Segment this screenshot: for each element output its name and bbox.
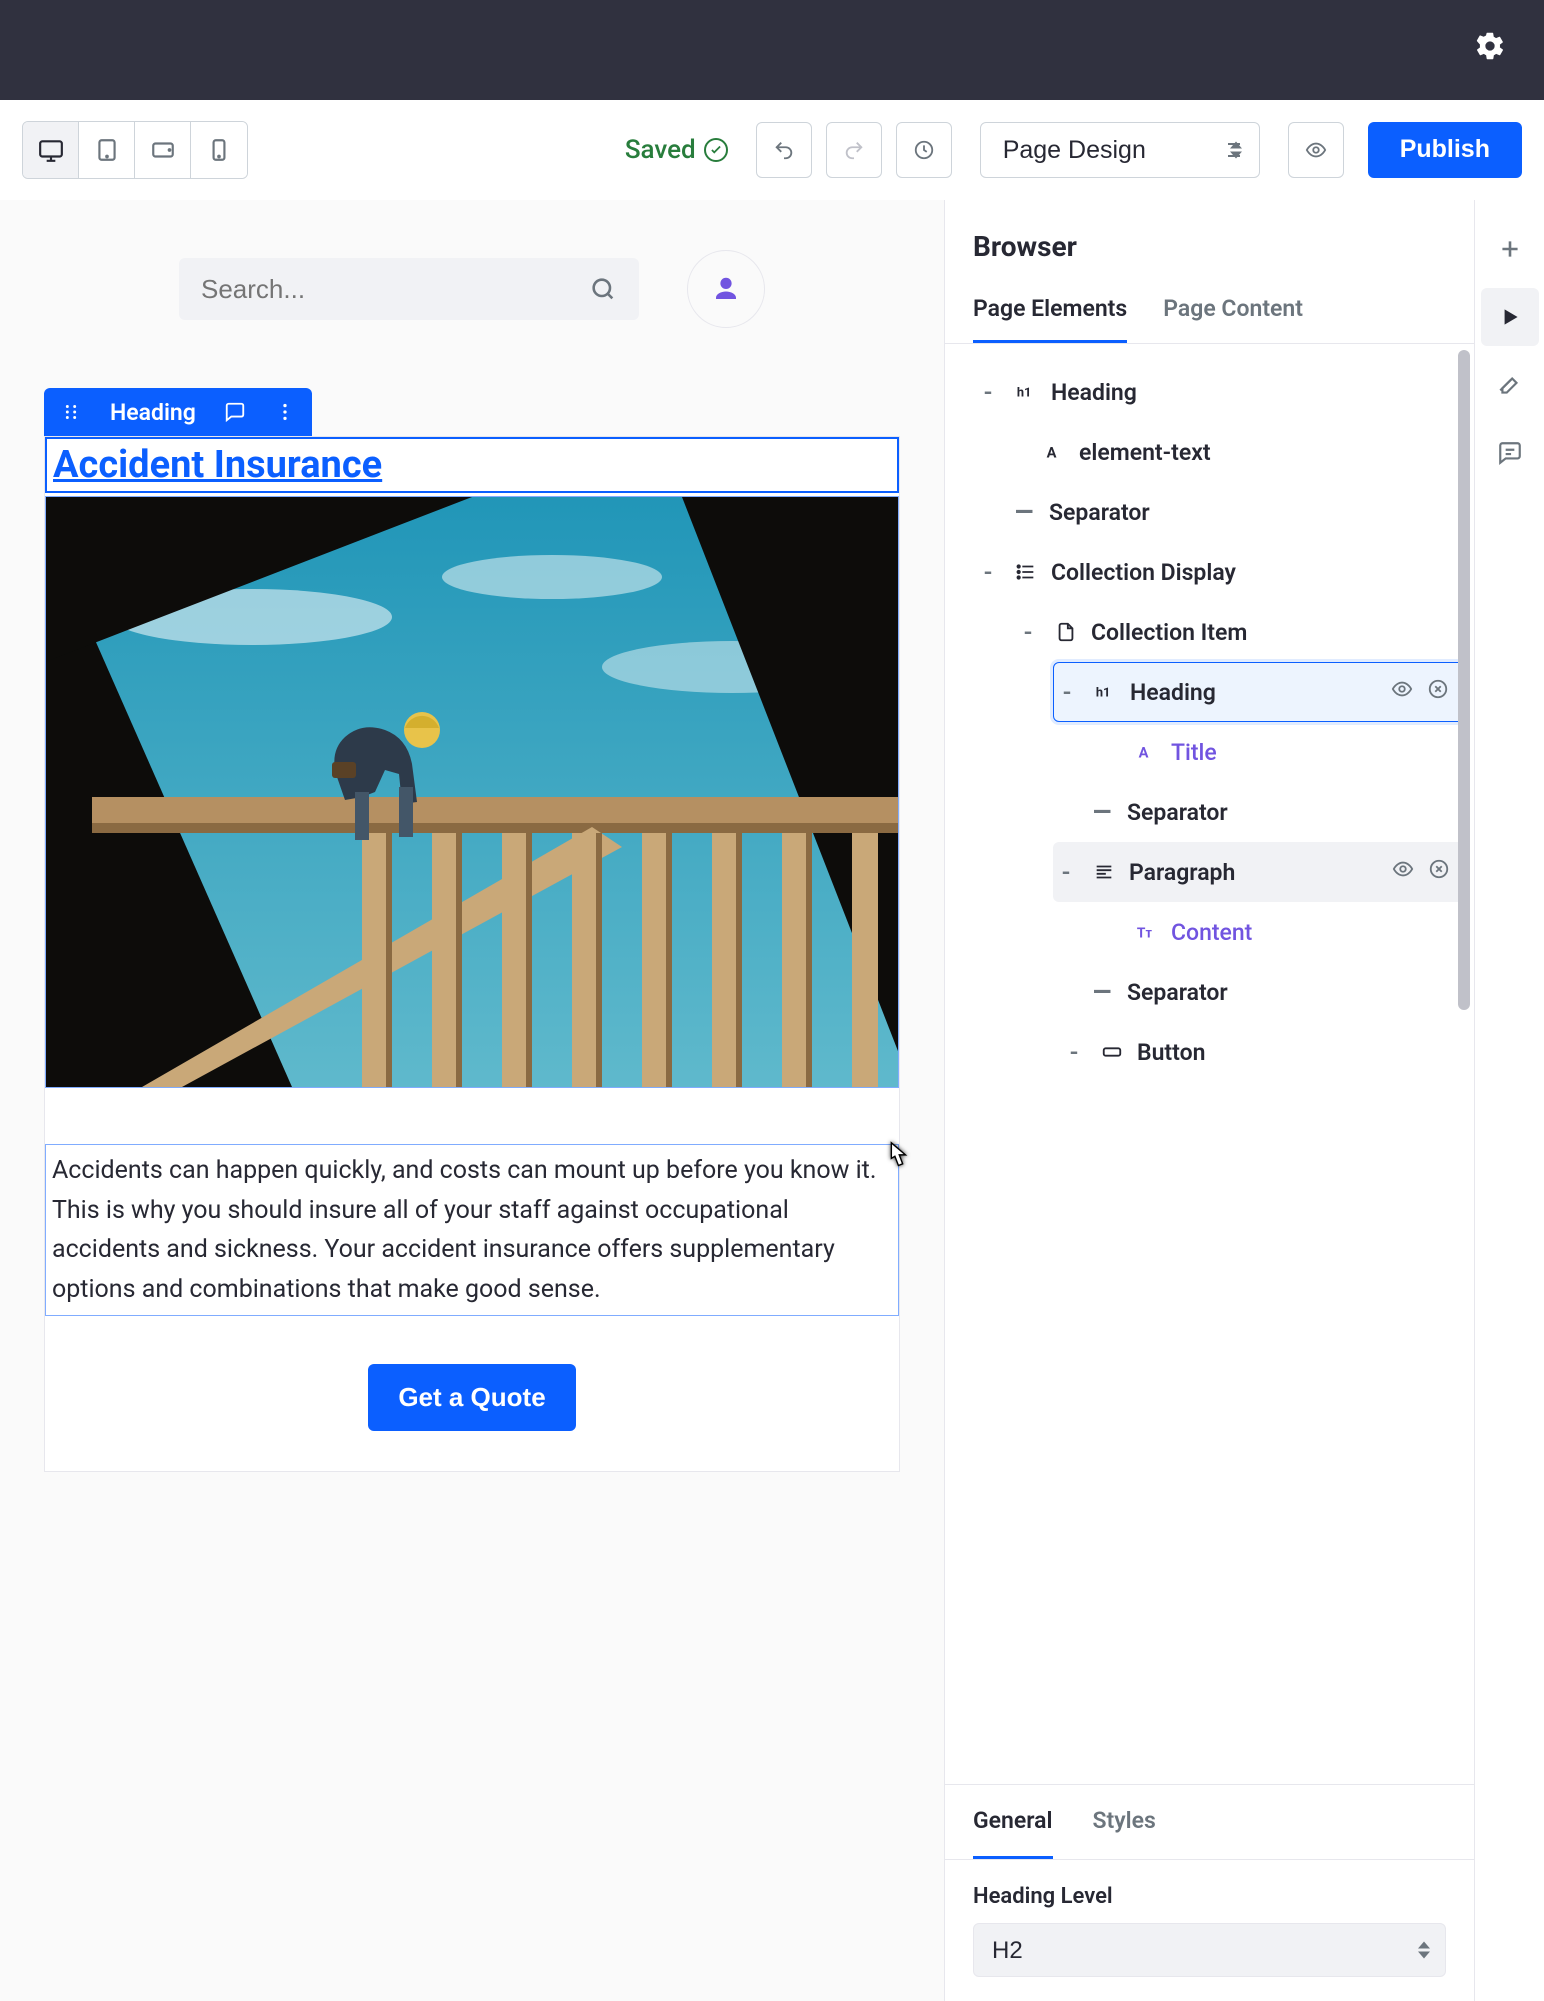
tree-separator-1[interactable]: — Separator — [945, 482, 1464, 542]
save-status-label: Saved — [625, 135, 696, 165]
heading-level-select-wrap[interactable]: H2 — [973, 1923, 1446, 1977]
search-icon — [589, 275, 617, 303]
element-tree: - h1 Heading A element-text — Separator … — [945, 344, 1474, 1784]
editor-toolbar: Saved Page Design Publish — [0, 100, 1544, 200]
heading-element[interactable]: Accident Insurance — [45, 437, 899, 493]
device-switcher — [22, 121, 248, 179]
user-icon — [711, 274, 741, 304]
design-button[interactable] — [1481, 356, 1539, 414]
tab-page-elements[interactable]: Page Elements — [973, 281, 1127, 343]
page-icon — [1053, 621, 1079, 643]
svg-text:h1: h1 — [1096, 686, 1111, 701]
canvas-header — [0, 250, 944, 388]
panel-title: Browser — [945, 200, 1474, 281]
search-bar[interactable] — [179, 258, 639, 320]
button-icon — [1099, 1041, 1125, 1063]
tree-separator-2[interactable]: — Separator — [945, 782, 1464, 842]
tree-element-text[interactable]: A element-text — [945, 422, 1464, 482]
svg-text:A: A — [1047, 444, 1057, 462]
save-status: Saved — [625, 135, 728, 165]
right-rail — [1474, 200, 1544, 2001]
tree-paragraph[interactable]: - Paragraph — [1053, 842, 1464, 902]
app-top-bar — [0, 0, 1544, 100]
history-button[interactable] — [896, 122, 952, 178]
heading-level-select[interactable]: H2 — [973, 1923, 1446, 1977]
page-select[interactable]: Page Design — [980, 122, 1260, 178]
paragraph-icon — [1091, 861, 1117, 883]
preview-button[interactable] — [1288, 122, 1344, 178]
props-tabs: General Styles — [945, 1785, 1474, 1860]
remove-icon[interactable] — [1428, 858, 1450, 886]
tree-separator-3[interactable]: — Separator — [945, 962, 1464, 1022]
tab-general[interactable]: General — [973, 1785, 1053, 1859]
collection-card: Heading Accident Insurance — [0, 388, 944, 1472]
page-select-wrap[interactable]: Page Design — [980, 122, 1260, 178]
comment-icon[interactable] — [224, 401, 246, 423]
properties-panel: General Styles Heading Level H2 — [945, 1784, 1474, 2001]
button-row: Get a Quote — [45, 1316, 899, 1471]
svg-text:A: A — [1139, 744, 1149, 762]
avatar[interactable] — [687, 250, 765, 328]
h1-icon: h1 — [1092, 681, 1118, 703]
add-element-button[interactable] — [1481, 220, 1539, 278]
tree-content-mapped[interactable]: Tᴛ Content — [945, 902, 1464, 962]
svg-text:h1: h1 — [1017, 386, 1032, 401]
browser-panel: Browser Page Elements Page Content - h1 … — [945, 200, 1474, 2001]
quote-button[interactable]: Get a Quote — [368, 1364, 575, 1431]
text-icon: A — [1041, 441, 1067, 463]
pointer-cursor-icon — [880, 1140, 914, 1178]
canvas-area: Heading Accident Insurance — [0, 200, 944, 2001]
tab-styles[interactable]: Styles — [1093, 1785, 1156, 1859]
device-tablet-button[interactable] — [79, 122, 135, 178]
device-tablet-landscape-button[interactable] — [135, 122, 191, 178]
tab-page-content[interactable]: Page Content — [1163, 281, 1303, 343]
rich-text-icon: Tᴛ — [1133, 921, 1159, 943]
publish-button[interactable]: Publish — [1368, 122, 1522, 178]
eye-icon[interactable] — [1392, 858, 1414, 886]
device-mobile-button[interactable] — [191, 122, 247, 178]
tree-title-mapped[interactable]: A Title — [945, 722, 1464, 782]
side-panel: Browser Page Elements Page Content - h1 … — [944, 200, 1474, 2001]
eye-icon[interactable] — [1391, 678, 1413, 706]
heading-level-label: Heading Level — [973, 1884, 1446, 1909]
tree-scrollbar[interactable] — [1458, 350, 1470, 1010]
drag-handle-icon[interactable] — [60, 401, 82, 423]
paragraph-text: Accidents can happen quickly, and costs … — [52, 1151, 892, 1309]
tree-heading-selected[interactable]: - h1 Heading — [1053, 662, 1464, 722]
text-icon: A — [1133, 741, 1159, 763]
element-selection-toolbar: Heading — [44, 388, 312, 436]
tree-collection-item[interactable]: - Collection Item — [945, 602, 1464, 662]
element-type-label: Heading — [110, 399, 196, 426]
gear-icon[interactable] — [1474, 30, 1506, 70]
comments-button[interactable] — [1481, 424, 1539, 482]
browser-toggle-button[interactable] — [1481, 288, 1539, 346]
tree-collection-display[interactable]: - Collection Display — [945, 542, 1464, 602]
tree-button[interactable]: - Button — [945, 1022, 1464, 1082]
undo-button[interactable] — [756, 122, 812, 178]
redo-button[interactable] — [826, 122, 882, 178]
browser-tabs: Page Elements Page Content — [945, 281, 1474, 344]
kebab-icon[interactable] — [274, 401, 296, 423]
construction-image — [46, 497, 898, 1087]
h1-icon: h1 — [1013, 381, 1039, 403]
remove-icon[interactable] — [1427, 678, 1449, 706]
svg-text:Tᴛ: Tᴛ — [1137, 926, 1153, 942]
device-desktop-button[interactable] — [23, 122, 79, 178]
image-element[interactable] — [45, 496, 899, 1088]
search-input[interactable] — [201, 274, 589, 305]
workspace: Heading Accident Insurance — [0, 200, 1544, 2001]
check-circle-icon — [704, 138, 728, 162]
list-icon — [1013, 561, 1039, 583]
paragraph-element[interactable]: Accidents can happen quickly, and costs … — [45, 1144, 899, 1316]
tree-heading[interactable]: - h1 Heading — [945, 362, 1464, 422]
heading-text: Accident Insurance — [53, 443, 891, 487]
